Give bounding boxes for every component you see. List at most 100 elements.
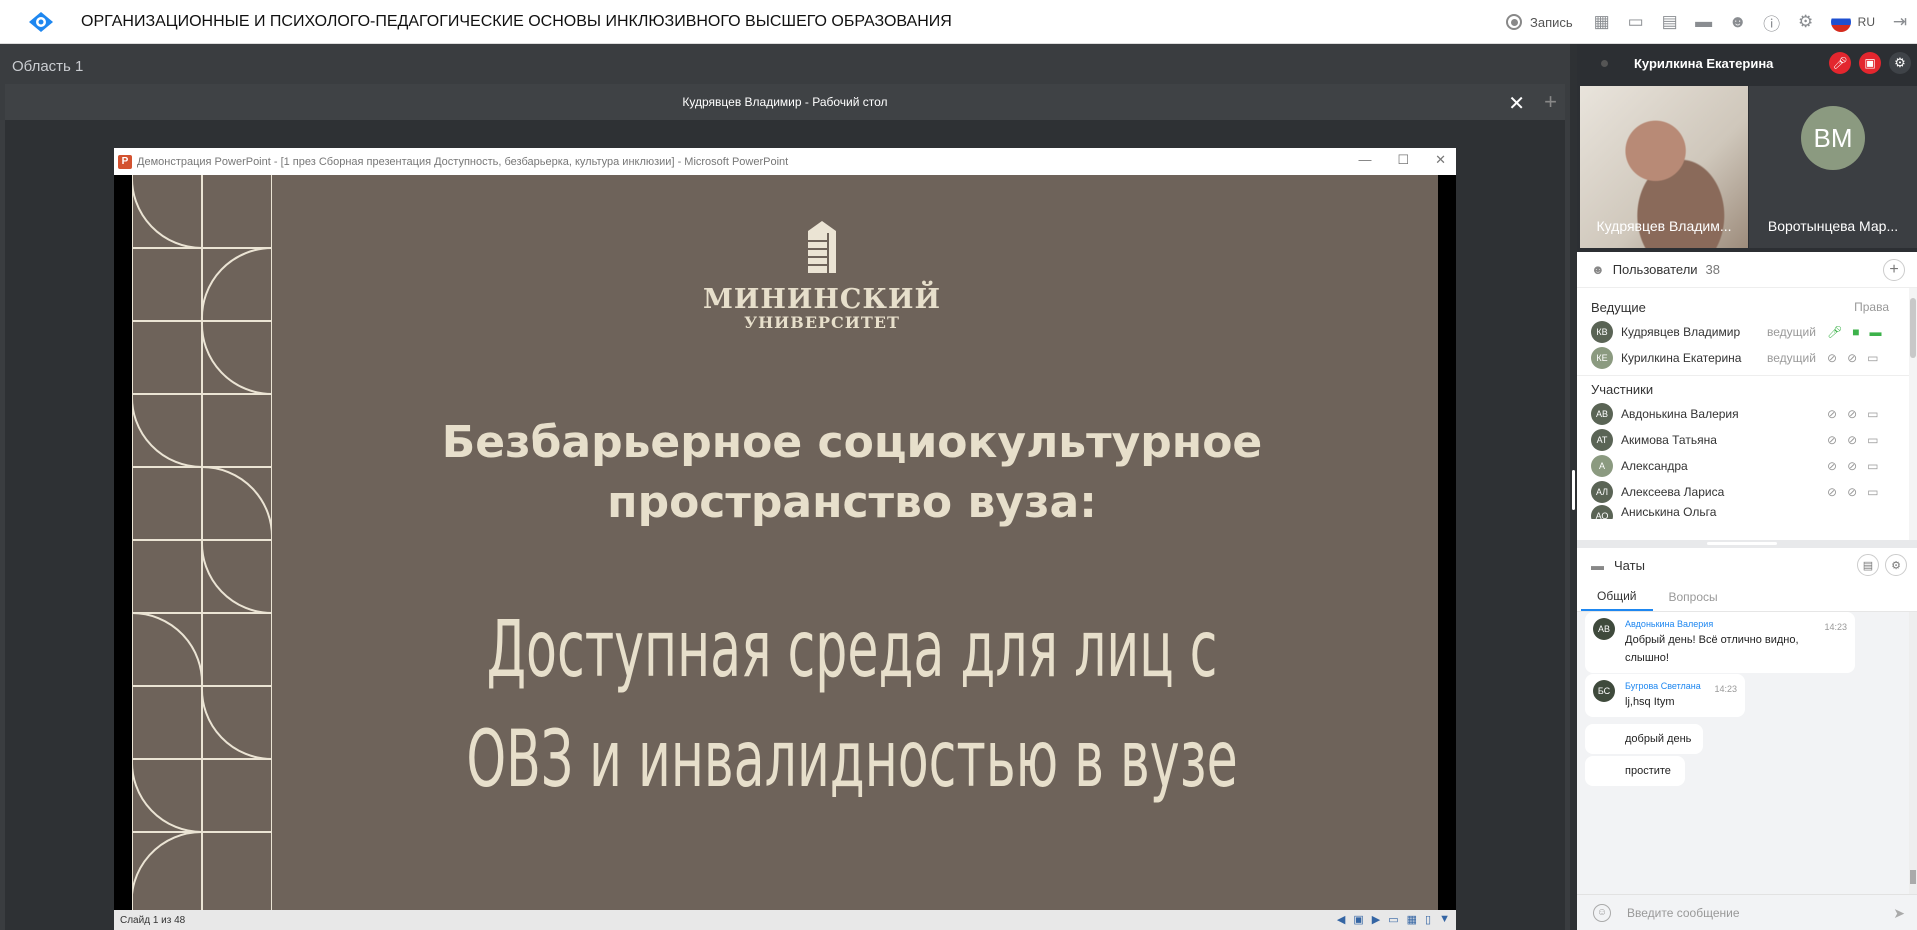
settings-icon[interactable]: ⚙ (1889, 52, 1911, 74)
screen-on-icon[interactable]: ▬ (1869, 325, 1881, 339)
gear-icon[interactable]: ⚙ (1789, 0, 1823, 44)
avatar: А (1591, 455, 1613, 477)
menu-icon[interactable]: ▣ (1353, 913, 1363, 926)
app-logo[interactable] (21, 0, 61, 44)
maximize-icon[interactable]: ☐ (1397, 152, 1409, 168)
mic-off-icon[interactable]: ⊘ (1827, 485, 1837, 499)
users-title: Пользователи (1612, 262, 1698, 277)
chat-list-icon[interactable]: ▤ (1857, 554, 1879, 576)
avatar: АЛ (1591, 481, 1613, 503)
scroll-thumb[interactable] (1910, 870, 1916, 884)
language-label: RU (1857, 15, 1875, 29)
scroll-thumb[interactable] (1910, 298, 1916, 358)
user-status-icons: ⊘ ⊘ ▭ (1827, 459, 1878, 473)
record-icon (1506, 14, 1522, 30)
media-controls: 🎤︎ ▣ ⚙ (1829, 52, 1911, 74)
emoji-icon[interactable]: ☺ (1593, 903, 1611, 922)
users-icon[interactable]: ☻ (1721, 0, 1755, 44)
reading-view-icon[interactable]: ▯ (1425, 913, 1431, 926)
user-status-icons: 🎤︎ ■ ▬ (1827, 325, 1881, 339)
camera-off-icon[interactable]: ⊘ (1847, 485, 1857, 499)
area-label: Область 1 (12, 58, 84, 75)
add-user-icon[interactable]: + (1883, 259, 1905, 281)
message-input[interactable]: ☺ Введите сообщение ➤ (1577, 894, 1917, 930)
message-author: Авдонькина Валерия (1625, 619, 1714, 629)
tab-general[interactable]: Общий (1581, 582, 1653, 611)
list-item[interactable]: АО Аниськина Ольга (1577, 505, 1917, 519)
normal-view-icon[interactable]: ▭ (1388, 913, 1398, 926)
avatar: АВ (1593, 618, 1615, 640)
add-icon[interactable]: + (1544, 89, 1557, 115)
camera-off-icon[interactable]: ▣ (1859, 52, 1881, 74)
course-title: ОРГАНИЗАЦИОННЫЕ И ПСИХОЛОГО-ПЕДАГОГИЧЕСК… (81, 12, 952, 30)
list-item[interactable]: АВ Авдонькина Валерия ⊘ ⊘ ▭ (1577, 401, 1917, 427)
mic-off-icon[interactable]: ⊘ (1827, 351, 1837, 365)
screen-icon[interactable]: ▭ (1619, 0, 1653, 44)
camera-on-icon[interactable]: ■ (1852, 325, 1859, 339)
apps-icon[interactable]: ▦ (1585, 0, 1619, 44)
prev-slide-icon[interactable]: ◀ (1337, 913, 1345, 926)
message-text: простите (1625, 765, 1671, 777)
screen-share-window: Кудрявцев Владимир - Рабочий стол ✕ + P … (5, 84, 1565, 930)
mic-off-icon[interactable]: ⊘ (1827, 433, 1837, 447)
close-icon[interactable]: ✕ (1508, 91, 1525, 116)
share-title: Кудрявцев Владимир - Рабочий стол (682, 95, 888, 109)
rights-label[interactable]: Права (1854, 300, 1889, 314)
screen-off-icon[interactable]: ▭ (1867, 351, 1878, 365)
list-item[interactable]: А Александра ⊘ ⊘ ▭ (1577, 453, 1917, 479)
resize-grip[interactable] (1707, 542, 1777, 545)
camera-off-icon[interactable]: ⊘ (1847, 433, 1857, 447)
minimize-icon[interactable]: — (1358, 152, 1371, 168)
flag-ru-icon (1830, 12, 1851, 32)
video-tile-speaker[interactable]: Кудрявцев Владим... (1580, 86, 1748, 248)
close-window-icon[interactable]: ✕ (1435, 152, 1446, 168)
split-grip[interactable] (1572, 470, 1575, 510)
next-slide-icon[interactable]: ▶ (1372, 913, 1380, 926)
camera-off-icon[interactable]: ⊘ (1847, 459, 1857, 473)
info-icon[interactable]: ⓘ (1755, 0, 1789, 44)
panel-resize-handle[interactable] (1577, 540, 1917, 548)
exit-icon[interactable]: ⇥ (1883, 0, 1917, 44)
list-item[interactable]: КВ Кудрявцев Владимир ведущий 🎤︎ ■ ▬ (1577, 319, 1917, 345)
mic-on-icon[interactable]: 🎤︎ (1827, 325, 1842, 339)
users-panel: ☻ Пользователи 38 + Ведущие Права КВ Кудр… (1577, 252, 1917, 540)
user-role: ведущий (1767, 351, 1816, 365)
screen-off-icon[interactable]: ▭ (1867, 433, 1878, 447)
users-scrollbar[interactable] (1909, 288, 1917, 540)
slide-heading: Безбарьерное социокультурное пространств… (441, 417, 1263, 528)
video-tile-avatar[interactable]: ВМ Воротынцева Мар... (1749, 86, 1917, 248)
workspace: Область 1 Кудрявцев Владимир - Рабочий с… (0, 44, 1571, 930)
top-bar: ОРГАНИЗАЦИОННЫЕ И ПСИХОЛОГО-ПЕДАГОГИЧЕСК… (0, 0, 1917, 44)
screen-off-icon[interactable]: ▭ (1867, 459, 1878, 473)
avatar: БС (1593, 680, 1615, 702)
mic-off-icon[interactable]: 🎤︎ (1829, 52, 1851, 74)
powerpoint-window: P Демонстрация PowerPoint - [1 през Сбор… (114, 148, 1456, 930)
camera-off-icon[interactable]: ⊘ (1847, 351, 1857, 365)
record-button[interactable]: Запись (1506, 14, 1573, 30)
language-switch[interactable]: RU (1830, 12, 1875, 32)
user-status-icons: ⊘ ⊘ ▭ (1827, 433, 1878, 447)
slideshow-icon[interactable]: ▼ (1439, 913, 1450, 926)
users-count: 38 (1705, 262, 1721, 277)
folder-icon[interactable]: ▬ (1687, 0, 1721, 44)
chat-scrollbar[interactable] (1909, 612, 1917, 894)
chat-settings-icon[interactable]: ⚙ (1885, 554, 1907, 576)
screen-off-icon[interactable]: ▭ (1867, 485, 1878, 499)
chat-title: Чаты (1614, 557, 1645, 573)
mic-off-icon[interactable]: ⊘ (1827, 459, 1837, 473)
presentation-icon[interactable]: ▤ (1653, 0, 1687, 44)
list-item[interactable]: АЛ Алексеева Лариса ⊘ ⊘ ▭ (1577, 479, 1917, 505)
list-item[interactable]: КЕ Курилкина Екатерина ведущий ⊘ ⊘ ▭ (1577, 345, 1917, 371)
participants-section: Участники (1577, 376, 1917, 401)
message-time: 14:23 (1714, 684, 1737, 694)
slide: МИНИНСКИЙ УНИВЕРСИТЕТ Безбарьерное социо… (132, 175, 1438, 910)
screen-off-icon[interactable]: ▭ (1867, 407, 1878, 421)
camera-off-icon[interactable]: ⊘ (1847, 407, 1857, 421)
list-item[interactable]: АТ Акимова Татьяна ⊘ ⊘ ▭ (1577, 427, 1917, 453)
send-icon[interactable]: ➤ (1893, 905, 1905, 922)
tab-questions[interactable]: Вопросы (1653, 582, 1734, 611)
user-status-icons: ⊘ ⊘ ▭ (1827, 351, 1878, 365)
sorter-view-icon[interactable]: ▦ (1407, 913, 1417, 926)
self-name: Курилкина Екатерина (1634, 55, 1774, 71)
mic-off-icon[interactable]: ⊘ (1827, 407, 1837, 421)
